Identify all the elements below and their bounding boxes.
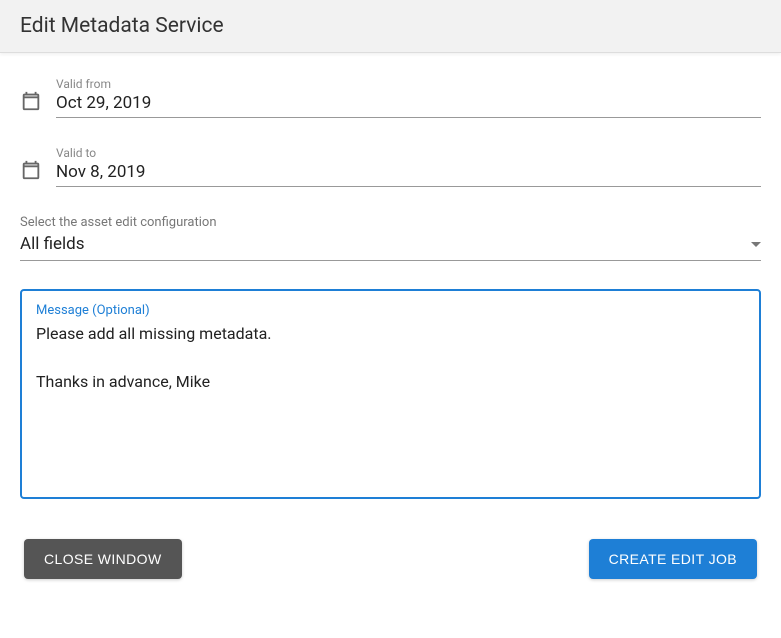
valid-to-value: Nov 8, 2019 [56, 162, 761, 182]
config-select-field: Select the asset edit configuration All … [20, 215, 761, 261]
config-select-label: Select the asset edit configuration [20, 215, 761, 230]
message-field[interactable]: Message (Optional) Please add all missin… [20, 289, 761, 499]
message-label: Message (Optional) [36, 303, 745, 318]
dialog-footer: CLOSE WINDOW CREATE EDIT JOB [0, 539, 781, 597]
valid-to-field[interactable]: Valid to Nov 8, 2019 [20, 146, 761, 187]
valid-from-label: Valid from [56, 77, 761, 91]
valid-from-value: Oct 29, 2019 [56, 93, 761, 113]
valid-to-input[interactable]: Valid to Nov 8, 2019 [56, 146, 761, 187]
chevron-down-icon [751, 242, 761, 247]
calendar-icon [20, 90, 42, 112]
config-select[interactable]: All fields [20, 234, 761, 261]
message-textarea[interactable]: Please add all missing metadata. Thanks … [36, 322, 745, 482]
dialog-content: Valid from Oct 29, 2019 Valid to Nov 8, … [0, 53, 781, 499]
calendar-icon [20, 159, 42, 181]
close-window-button[interactable]: CLOSE WINDOW [24, 539, 182, 579]
dialog-title: Edit Metadata Service [20, 14, 761, 38]
valid-from-field[interactable]: Valid from Oct 29, 2019 [20, 77, 761, 118]
valid-from-input[interactable]: Valid from Oct 29, 2019 [56, 77, 761, 118]
create-edit-job-button[interactable]: CREATE EDIT JOB [589, 539, 757, 579]
valid-to-label: Valid to [56, 146, 761, 160]
config-select-value: All fields [20, 234, 85, 254]
dialog-header: Edit Metadata Service [0, 0, 781, 53]
